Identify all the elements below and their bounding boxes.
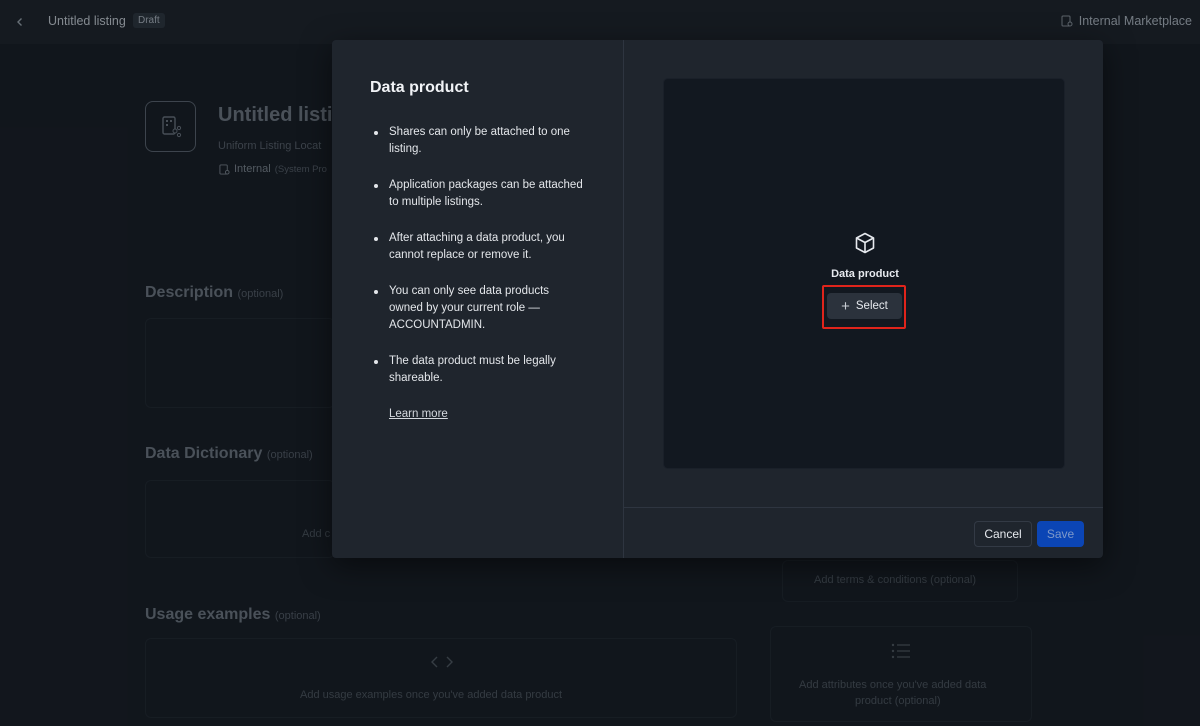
cube-icon xyxy=(855,232,875,254)
info-item: After attaching a data product, you cann… xyxy=(370,230,585,264)
cancel-button[interactable]: Cancel xyxy=(974,521,1032,547)
info-item: Application packages can be attached to … xyxy=(370,177,585,211)
plus-icon: + xyxy=(841,297,850,315)
learn-more-link[interactable]: Learn more xyxy=(389,408,448,420)
data-product-drop-area: Data product + Select xyxy=(663,78,1065,469)
info-item: You can only see data products owned by … xyxy=(370,283,585,334)
info-item: Shares can only be attached to one listi… xyxy=(370,124,585,158)
select-button[interactable]: + Select xyxy=(827,293,902,319)
modal-title: Data product xyxy=(370,79,469,96)
modal-footer: Cancel Save xyxy=(624,507,1103,558)
data-product-modal: Data product Shares can only be attached… xyxy=(332,40,1103,558)
save-button[interactable]: Save xyxy=(1037,521,1084,547)
data-product-label: Data product xyxy=(831,268,899,280)
select-label: Select xyxy=(855,300,888,312)
modal-selection-panel: Data product + Select Cancel Save xyxy=(624,40,1103,558)
info-item: The data product must be legally shareab… xyxy=(370,353,585,387)
modal-info-panel: Data product Shares can only be attached… xyxy=(332,40,624,558)
info-list: Shares can only be attached to one listi… xyxy=(370,124,585,406)
